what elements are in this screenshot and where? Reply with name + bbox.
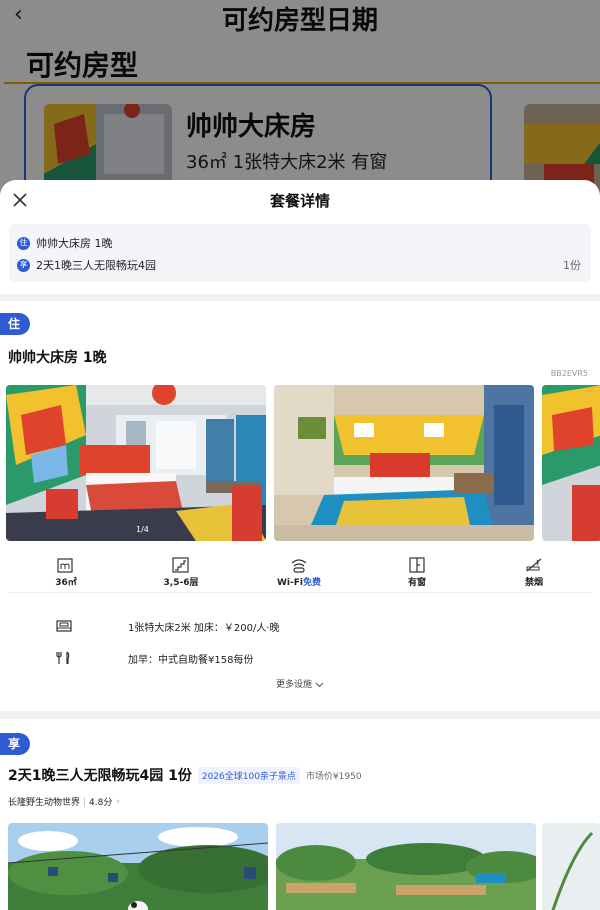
page: ‹ 可约房型日期 可约房型 帅帅大床房 36㎡ 1张特大床2米 有窗 套餐详情 … [0,0,600,910]
feature-label: Wi-Fi免费 [277,578,321,588]
feature-area: 36㎡ [26,557,106,588]
feature-nosmoking: 禁烟 [494,557,574,588]
feature-wifi: Wi-Fi免费 [259,557,339,588]
room-photo[interactable] [542,385,600,541]
package-award-tag: 2026全球100亲子景点 [197,766,300,784]
package-title: 2天1晚三人无限畅玩4园 1份 [8,768,192,784]
room-photo[interactable]: 1/4 [6,385,266,541]
bed-info-text: 1张特大床2米 加床：￥200/人·晚 [128,623,280,634]
package-title-row: 2天1晚三人无限畅玩4园 1份 2026全球100亲子景点 市场价¥1950 [8,765,362,785]
summary-enjoy-text: 2天1晚三人无限畅玩4园 [36,259,156,272]
venue-photo[interactable] [276,823,536,910]
venue-name: 长隆野生动物世界 [8,798,81,808]
enjoy-tag: 享 [0,733,31,755]
stay-tag: 住 [0,313,31,335]
bed-icon [56,620,72,632]
feature-label: 3,5-6层 [163,578,199,588]
photo-indicator: 1/4 [136,525,149,534]
bed-info-row: 1张特大床2米 加床：￥200/人·晚 [0,619,600,635]
venue-photo[interactable] [8,823,268,910]
more-facilities-link[interactable]: 更多设施 [0,677,600,690]
chevron-down-icon [315,682,324,687]
market-price: 市场价¥1950 [305,771,362,782]
sheet-header: 套餐详情 [0,180,600,222]
area-icon [57,558,73,573]
chevron-right-icon: › [116,796,120,807]
stay-badge: 住 [17,236,30,250]
no-smoking-icon [526,558,542,572]
summary-enjoy-qty: 1份 [563,259,581,272]
feature-window: 有窗 [377,557,457,588]
room-code: BB2EVR5 [550,369,588,378]
enjoy-badge: 享 [17,258,30,272]
breakfast-info-text: 加早：中式自助餐¥158每份 [128,655,254,666]
summary-room-row: 住 帅帅大床房 1晚 [17,235,113,251]
wifi-icon [291,559,307,573]
summary-enjoy-row: 享 2天1晚三人无限畅玩4园 [17,257,156,273]
package-summary: 住 帅帅大床房 1晚 享 2天1晚三人无限畅玩4园 1份 [9,224,591,282]
window-icon [409,557,425,573]
sheet-title: 套餐详情 [269,192,330,210]
section-divider [0,711,600,719]
feature-label: 有窗 [407,578,426,588]
venue-photo[interactable] [542,823,600,910]
wifi-free-label: 免费 [302,578,321,588]
room-photo-carousel[interactable]: 1/4 [6,385,600,543]
features-divider [8,592,592,593]
summary-room-text: 帅帅大床房 1晚 [36,237,113,250]
fork-knife-icon [56,651,70,664]
package-detail-sheet: 套餐详情 住 帅帅大床房 1晚 享 2天1晚三人无限畅玩4园 1份 住 帅帅大床… [0,180,600,910]
stay-section: 住 帅帅大床房 1晚 BB2EVR5 1/4 36㎡ 3,5-6层 Wi-Fi免… [0,301,600,711]
breakfast-info-row: 加早：中式自助餐¥158每份 [0,651,600,667]
feature-floor: 3,5-6层 [141,557,221,588]
feature-label: 禁烟 [524,578,543,588]
venue-separator [84,796,86,807]
venue-score: 4.8分 [89,798,113,808]
venue-row[interactable]: 长隆野生动物世界 4.8分 › [8,795,120,808]
room-photo[interactable] [274,385,534,541]
room-title: 帅帅大床房 1晚 [8,350,107,366]
stairs-icon [172,557,189,573]
section-divider [0,294,600,301]
enjoy-section: 享 2天1晚三人无限畅玩4园 1份 2026全球100亲子景点 市场价¥1950… [0,719,600,910]
feature-label: 36㎡ [55,578,77,588]
